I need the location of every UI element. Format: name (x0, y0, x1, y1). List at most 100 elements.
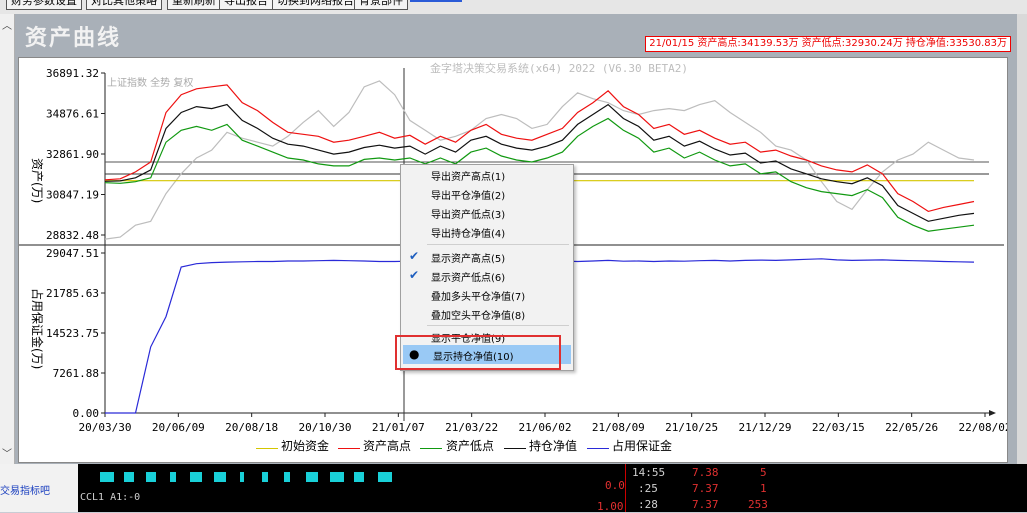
compare-strategy-button[interactable]: 对比其他策略 (86, 0, 162, 10)
x-axis-arrow-icon (989, 410, 996, 416)
menu-separator (427, 325, 569, 326)
finance-settings-button[interactable]: 财务参数设置 (6, 0, 82, 10)
legend-low: 资产低点 (446, 439, 495, 453)
y-tick-label: 29047.51 (46, 247, 99, 260)
x-tick-label: 21/01/07 (372, 421, 425, 434)
left-value: 1.00 (597, 500, 624, 513)
menu-label: 导出平仓净值(2) (431, 191, 506, 202)
volume-bar (378, 472, 392, 482)
menu-label: 导出资产高点(1) (431, 172, 506, 183)
legend-swatch-high (338, 448, 360, 449)
quote-price: 7.37 (692, 482, 719, 495)
check-icon: ✔ (409, 268, 420, 282)
y-tick-label: 0.00 (73, 407, 100, 420)
quote-list: 14:55 7.38 5 :25 7.37 1 :28 7.37 253 (626, 464, 776, 512)
indicator-link[interactable]: 交易指标吧 (0, 482, 50, 497)
menu-export-close-net[interactable]: 导出平仓净值(2) (401, 184, 573, 203)
legend-initial: 初始资金 (281, 439, 330, 453)
menu-export-low[interactable]: 导出资产低点(3) (401, 203, 573, 222)
quote-time: :28 (638, 498, 658, 511)
x-tick-label: 21/12/29 (739, 421, 792, 434)
quote-time: :25 (638, 482, 658, 495)
x-tick-label: 22/05/26 (885, 421, 938, 434)
menu-label: 导出资产低点(3) (431, 210, 506, 221)
check-icon: ✔ (409, 249, 420, 263)
watermark-text: 金字塔决策交易系统(x64) 2022 (V6.30 BETA2) (430, 61, 688, 75)
menu-export-high[interactable]: 导出资产高点(1) (401, 165, 573, 184)
menu-overlay-long[interactable]: 叠加多头平仓净值(7) (401, 285, 573, 304)
bottom-panel: 交易指标吧 CCL1 A1:-0 0.0 1.00 14:55 7.38 5 :… (0, 464, 1027, 513)
status-readout: 21/01/15 资产高点:34139.53万 资产低点:32930.24万 持… (645, 36, 1011, 52)
scroll-down-icon[interactable]: ﹀ (0, 448, 14, 462)
menu-export-hold-net[interactable]: 导出持仓净值(4) (401, 222, 573, 241)
legend-net: 持仓净值 (529, 439, 578, 453)
x-tick-label: 22/03/15 (812, 421, 865, 434)
scroll-up-icon[interactable]: ︿ (0, 20, 14, 34)
volume-bar (214, 472, 226, 482)
menu-label: 显示资产高点(5) (431, 254, 506, 265)
volume-bar (240, 472, 244, 482)
left-strip: ︿ ﹀ (0, 14, 15, 464)
menu-label: 叠加多头平仓净值(7) (431, 292, 526, 303)
left-value: 0.0 (605, 479, 625, 492)
y-tick-label: 30847.19 (46, 189, 99, 202)
y-tick-label: 36891.32 (46, 67, 99, 80)
x-tick-label: 20/08/18 (225, 421, 278, 434)
terminal-text: CCL1 A1:-0 (80, 492, 141, 503)
volume-bar (306, 472, 318, 482)
legend-swatch-margin (587, 448, 609, 449)
y-axis-label: 占用保证金(万) (30, 288, 45, 369)
menu-label: 显示资产低点(6) (431, 273, 506, 284)
legend-swatch-net (504, 448, 526, 449)
quote-volume: 5 (760, 466, 767, 479)
window-title: 资产曲线 (25, 26, 122, 51)
volume-bar (284, 472, 290, 482)
quote-volume: 1 (760, 482, 767, 495)
x-tick-label: 20/03/30 (79, 421, 132, 434)
quote-volume: 253 (748, 498, 768, 511)
x-tick-label: 22/08/02 (959, 421, 1007, 434)
menu-overlay-short[interactable]: 叠加空头平仓净值(8) (401, 304, 573, 323)
volume-bar (100, 472, 114, 482)
menu-label: 导出持仓净值(4) (431, 229, 506, 240)
volume-bar (170, 472, 176, 482)
toolbar: 财务参数设置 对比其他策略 重新刷新 导出报告 切换到网络报告 背景部件 (0, 0, 1027, 14)
menu-separator (427, 244, 569, 245)
y-tick-label: 21785.63 (46, 287, 99, 300)
legend-swatch-initial (256, 448, 278, 449)
legend-high: 资产高点 (363, 439, 412, 453)
network-report-button[interactable]: 切换到网络报告 (272, 0, 359, 10)
left-values-panel: 0.0 1.00 (575, 464, 626, 513)
refresh-button[interactable]: 重新刷新 (167, 0, 221, 10)
volume-bar (262, 472, 268, 482)
y-tick-label: 34876.61 (46, 108, 99, 121)
highlight-box (395, 335, 561, 370)
index-overlay-label: 上证指数 全势 复权 (107, 76, 193, 89)
volume-bar (330, 472, 344, 482)
background-parts-button[interactable]: 背景部件 (354, 0, 408, 10)
x-tick-label: 20/06/09 (152, 421, 205, 434)
x-tick-label: 21/10/25 (665, 421, 718, 434)
quote-price: 7.37 (692, 498, 719, 511)
menu-show-high[interactable]: ✔ 显示资产高点(5) (401, 247, 573, 266)
legend-swatch-low (420, 448, 442, 449)
y-tick-label: 7261.88 (53, 367, 99, 380)
legend-margin: 占用保证金 (612, 439, 673, 453)
volume-bar (124, 472, 134, 482)
volume-bar (354, 472, 364, 482)
y-axis-label: 资产(万) (30, 158, 44, 203)
x-tick-label: 21/03/22 (445, 421, 498, 434)
menu-label: 叠加空头平仓净值(8) (431, 311, 526, 322)
volume-bar (146, 472, 156, 482)
y-tick-label: 32861.90 (46, 148, 99, 161)
quote-time: 14:55 (632, 466, 666, 479)
x-tick-label: 21/08/09 (592, 421, 645, 434)
export-report-button[interactable]: 导出报告 (219, 0, 273, 10)
menu-show-low[interactable]: ✔ 显示资产低点(6) (401, 266, 573, 285)
quote-price: 7.38 (692, 466, 719, 479)
bottom-left-panel: 交易指标吧 (0, 464, 78, 512)
link-underline[interactable] (410, 0, 462, 2)
y-tick-label: 14523.75 (46, 327, 99, 340)
y-tick-label: 28832.48 (46, 229, 99, 242)
x-tick-label: 21/06/02 (519, 421, 572, 434)
